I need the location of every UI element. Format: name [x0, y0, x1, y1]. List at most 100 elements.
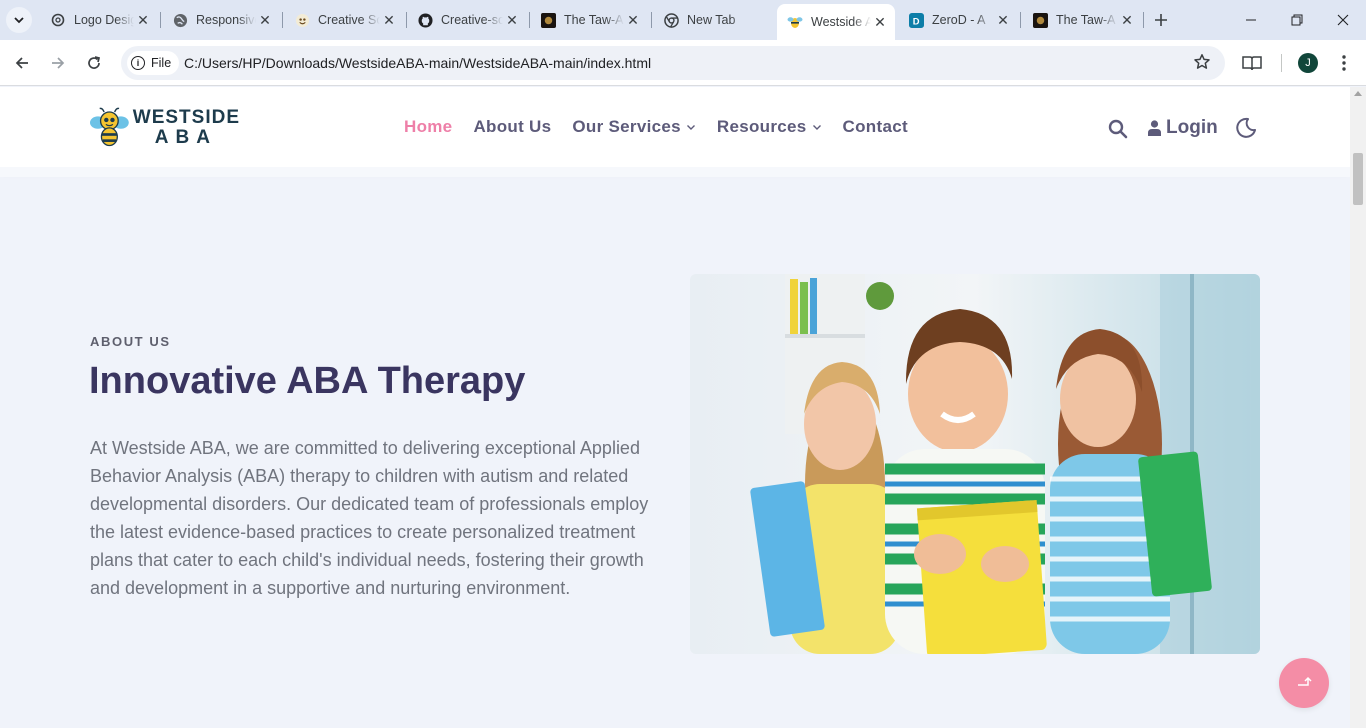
scroll-up-arrow-icon[interactable] [1354, 91, 1362, 96]
scroll-to-top-button[interactable] [1279, 658, 1329, 708]
nav-our-services[interactable]: Our Services [572, 117, 696, 137]
close-icon[interactable]: ✕ [624, 11, 642, 29]
close-icon[interactable]: ✕ [871, 13, 889, 31]
minimize-button[interactable] [1239, 8, 1263, 32]
nav-home-label: Home [404, 117, 453, 136]
browser-tab[interactable]: D ZeroD - A ✕ [898, 6, 1018, 34]
nav-resources[interactable]: Resources [717, 117, 822, 137]
browser-tab[interactable]: The Taw-A ✕ [530, 6, 648, 34]
profile-avatar[interactable]: J [1298, 53, 1318, 73]
main-navigation: Home About Us Our Services Resources Con… [404, 117, 929, 137]
forward-button[interactable] [45, 50, 71, 76]
nav-home[interactable]: Home [404, 117, 452, 137]
logo-line-2: ABA [154, 126, 217, 148]
browser-tab[interactable]: Responsive ✕ [162, 6, 280, 34]
reload-button[interactable] [81, 50, 107, 76]
close-icon[interactable]: ✕ [134, 11, 152, 29]
user-icon [1148, 120, 1161, 136]
taw-icon [1032, 12, 1048, 28]
close-icon[interactable]: ✕ [994, 11, 1012, 29]
star-icon [1194, 54, 1210, 69]
login-link[interactable]: Login [1148, 117, 1218, 139]
close-icon [1337, 14, 1349, 26]
tab-title: ZeroD - A [932, 13, 986, 27]
zerod-icon: D [908, 12, 924, 28]
browser-tab[interactable]: Creative Solutions ✕ [284, 6, 404, 34]
info-icon: i [131, 56, 145, 70]
svg-text:D: D [912, 16, 919, 26]
browser-tab-active[interactable]: Westside ABA ✕ [777, 4, 895, 40]
bee-logo-icon [90, 107, 129, 147]
close-window-button[interactable] [1331, 8, 1355, 32]
url-text[interactable]: C:/Users/HP/Downloads/WestsideABA-main/W… [184, 55, 651, 71]
bookmark-button[interactable] [1193, 53, 1213, 73]
restore-button[interactable] [1285, 8, 1309, 32]
new-tab-button[interactable] [1150, 9, 1172, 31]
nav-resources-label: Resources [716, 117, 807, 136]
tab-search-button[interactable] [6, 7, 32, 33]
close-icon[interactable]: ✕ [503, 11, 521, 29]
close-icon[interactable] [749, 11, 767, 29]
nav-about-us[interactable]: About Us [473, 117, 551, 137]
reading-list-icon [1242, 56, 1262, 71]
tab-title: The Taw-A [564, 13, 624, 27]
tab-title: Westside ABA [811, 15, 871, 29]
moon-icon [1236, 117, 1256, 138]
site-search-button[interactable] [1108, 119, 1128, 139]
nav-contact[interactable]: Contact [843, 117, 908, 137]
browser-menu-button[interactable] [1332, 51, 1356, 75]
minimize-icon [1246, 19, 1256, 21]
browser-toolbar: i File C:/Users/HP/Downloads/WestsideABA… [0, 40, 1366, 86]
site-info-chip[interactable]: i File [127, 51, 180, 75]
reading-list-button[interactable] [1240, 51, 1264, 75]
browser-tab[interactable]: Logo Design ✕ [40, 6, 158, 34]
tab-title: Logo Design [74, 13, 134, 27]
chrome-icon [663, 12, 679, 28]
address-bar[interactable]: i File C:/Users/HP/Downloads/WestsideABA… [121, 46, 1225, 80]
tab-title: The Taw-A [1056, 13, 1116, 27]
tab-title: Responsive [196, 13, 256, 27]
reload-icon [88, 56, 101, 69]
scrollbar-thumb[interactable] [1353, 153, 1363, 205]
restore-icon [1291, 14, 1303, 26]
browser-tab[interactable]: New Tab [653, 6, 773, 34]
children-with-books-photo [690, 274, 1260, 654]
page-viewport: WESTSIDE ABA Home About Us Our Services … [0, 87, 1366, 728]
logo-wordmark: WESTSIDE ABA [133, 108, 240, 147]
chevron-down-icon [812, 125, 821, 130]
arrow-right-icon [52, 57, 65, 69]
globe-icon [172, 12, 188, 28]
chevron-down-icon [14, 17, 24, 24]
browser-tab[interactable]: Creative-solutions ✕ [407, 6, 527, 34]
chevron-down-icon [686, 125, 695, 130]
tab-title: Creative-solutions [441, 13, 503, 27]
tab-title: New Tab [687, 13, 736, 27]
page-scrollbar[interactable] [1350, 87, 1366, 728]
browser-tab[interactable]: The Taw-A ✕ [1022, 6, 1142, 34]
arrow-left-icon [15, 57, 28, 69]
search-icon [1108, 119, 1128, 139]
browser-tab-strip: Logo Design ✕ Responsive ✕ Creative Solu… [0, 0, 1366, 40]
theme-toggle-button[interactable] [1235, 117, 1257, 139]
close-icon[interactable]: ✕ [1118, 11, 1136, 29]
section-eyebrow: ABOUT US [90, 334, 171, 349]
github-icon [417, 12, 433, 28]
plus-icon [1155, 14, 1167, 26]
taw-icon [540, 12, 556, 28]
nav-contact-label: Contact [842, 117, 908, 136]
close-icon[interactable]: ✕ [380, 11, 398, 29]
creative-icon [294, 12, 310, 28]
logo-line-1: WESTSIDE [132, 106, 240, 128]
openai-icon [50, 12, 66, 28]
close-icon[interactable]: ✕ [256, 11, 274, 29]
section-title: Innovative ABA Therapy [89, 360, 526, 402]
site-logo[interactable]: WESTSIDE ABA [90, 103, 240, 151]
nav-about-label: About Us [473, 117, 552, 136]
about-section: ABOUT US Innovative ABA Therapy At Wests… [0, 177, 1350, 728]
site-header: WESTSIDE ABA Home About Us Our Services … [0, 87, 1350, 167]
kebab-menu-icon [1342, 55, 1346, 71]
login-label: Login [1166, 117, 1218, 138]
bee-icon [787, 14, 803, 30]
back-button[interactable] [9, 50, 35, 76]
nav-services-label: Our Services [572, 117, 681, 136]
